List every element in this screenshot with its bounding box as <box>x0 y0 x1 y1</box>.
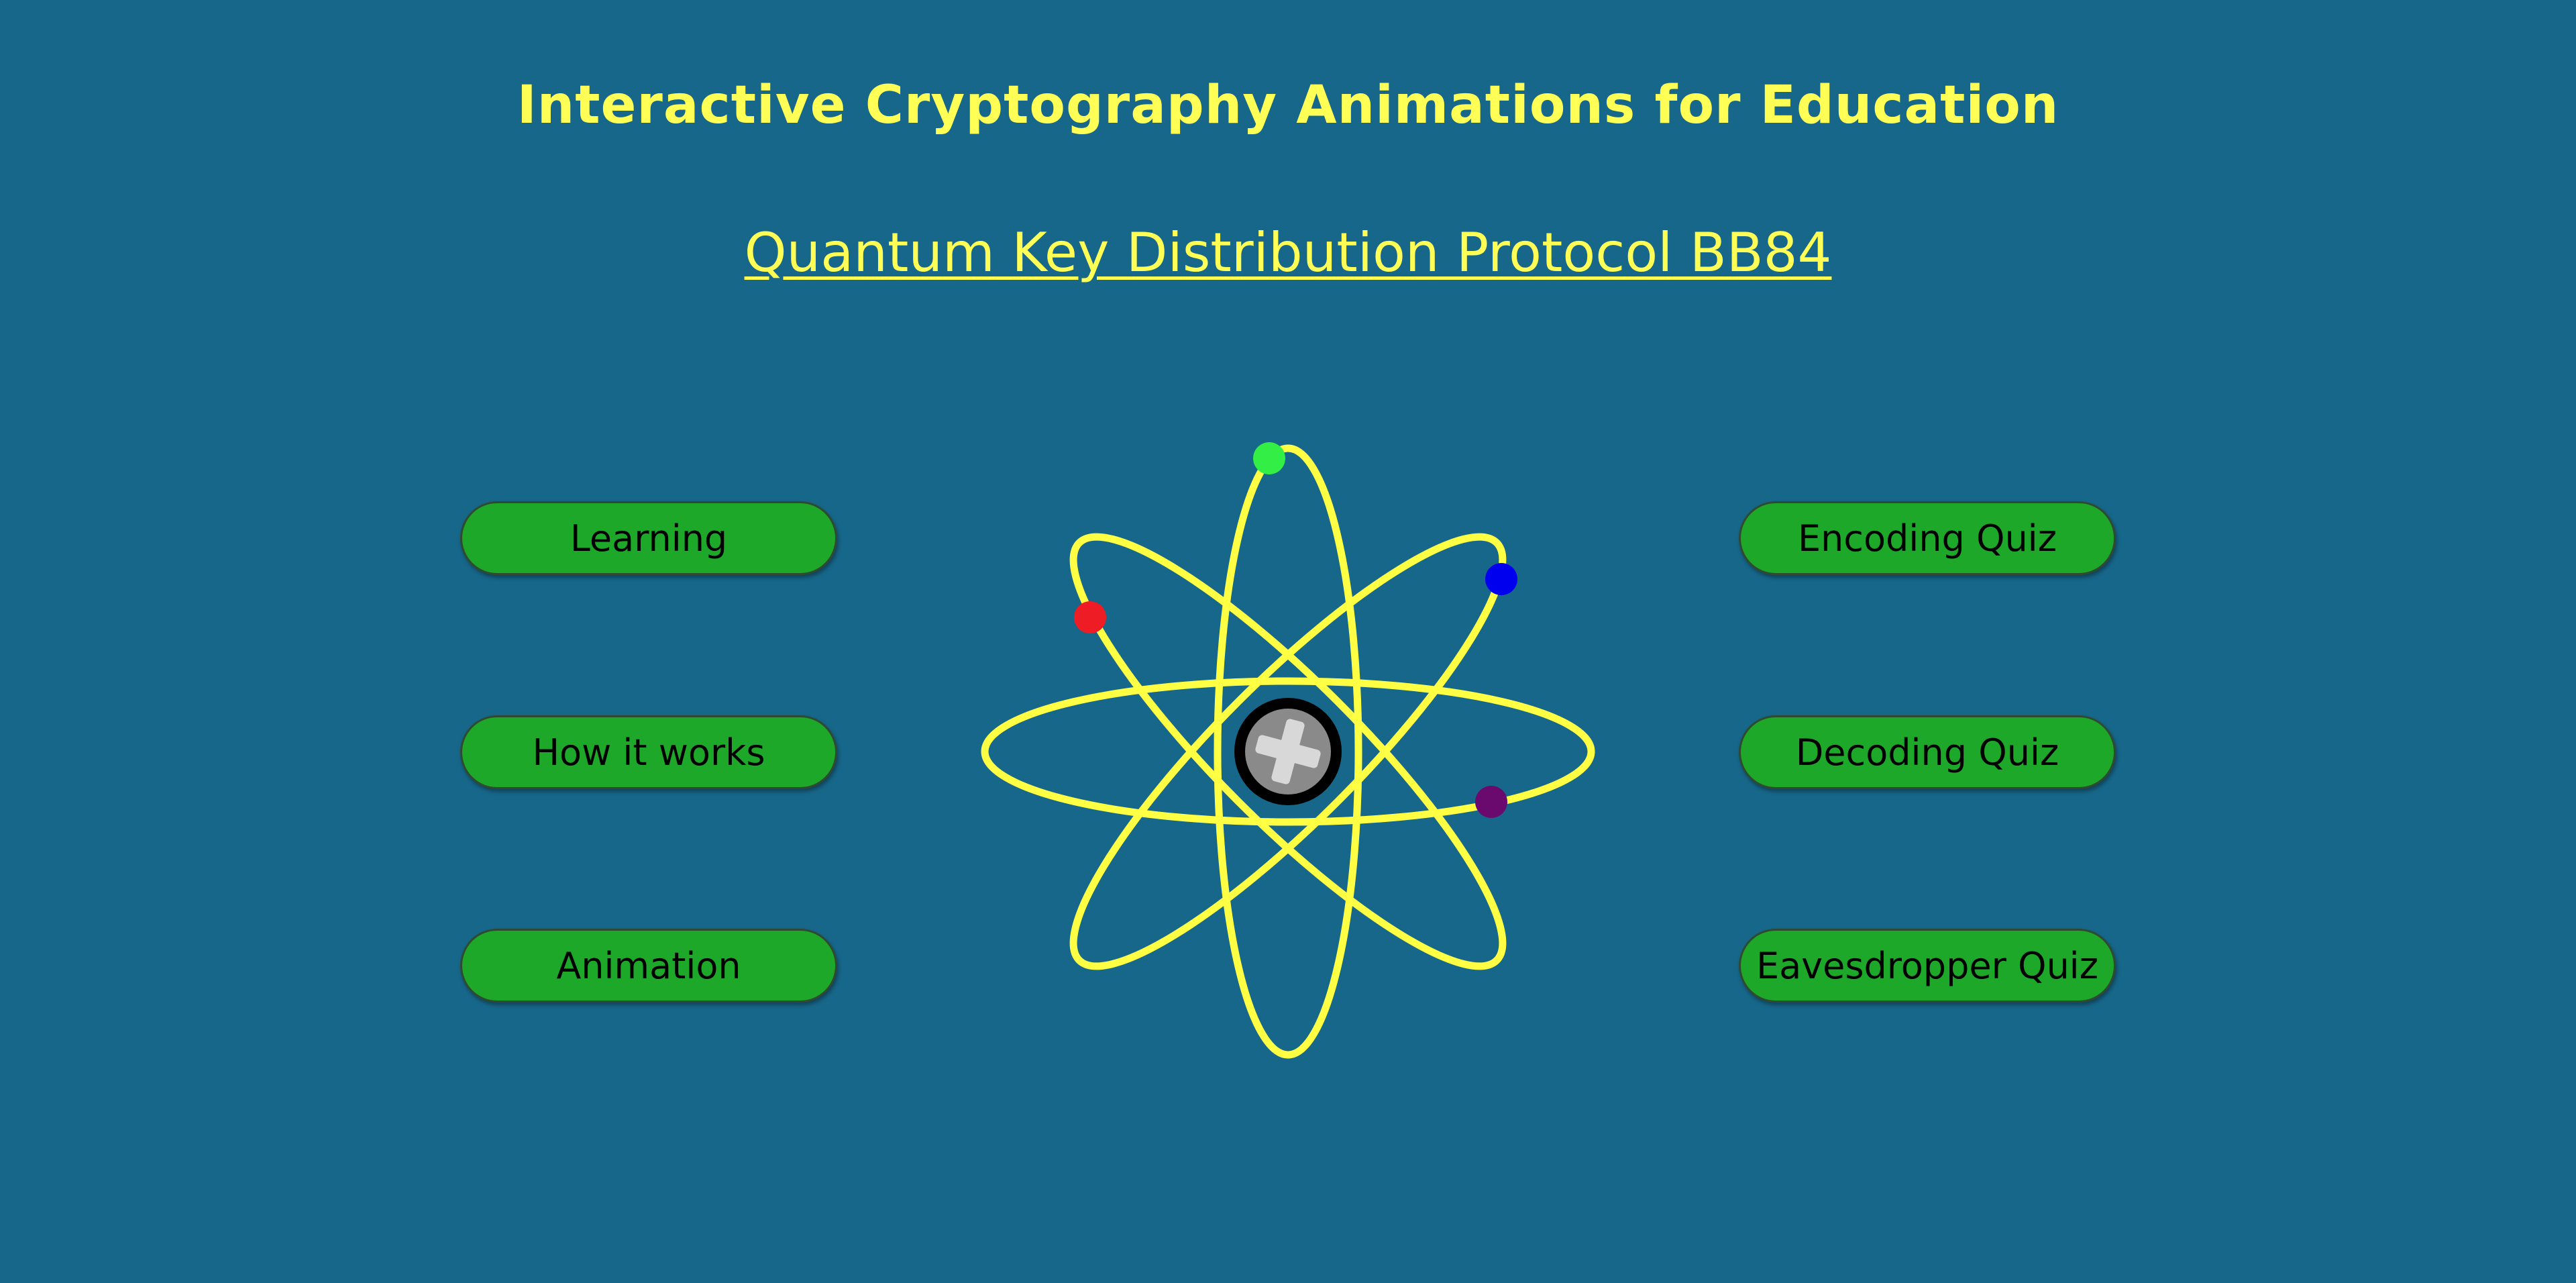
eavesdropper-quiz-button[interactable]: Eavesdropper Quiz <box>1739 929 2116 1003</box>
how-it-works-button[interactable]: How it works <box>460 715 837 789</box>
nucleus <box>1234 698 1342 805</box>
electron-green <box>1253 442 1285 474</box>
protocol-title-link[interactable]: Quantum Key Distribution Protocol BB84 <box>0 221 2576 284</box>
learning-button[interactable]: Learning <box>460 501 837 575</box>
atom-icon <box>981 442 1595 1059</box>
page-title: Interactive Cryptography Animations for … <box>517 75 2059 136</box>
decoding-quiz-button[interactable]: Decoding Quiz <box>1739 715 2116 789</box>
electron-purple <box>1475 786 1507 818</box>
main-menu-page: Interactive Cryptography Animations for … <box>0 0 2576 1283</box>
animation-button[interactable]: Animation <box>460 929 837 1003</box>
electron-red <box>1074 601 1106 633</box>
electron-blue <box>1485 563 1517 595</box>
encoding-quiz-button[interactable]: Encoding Quiz <box>1739 501 2116 575</box>
